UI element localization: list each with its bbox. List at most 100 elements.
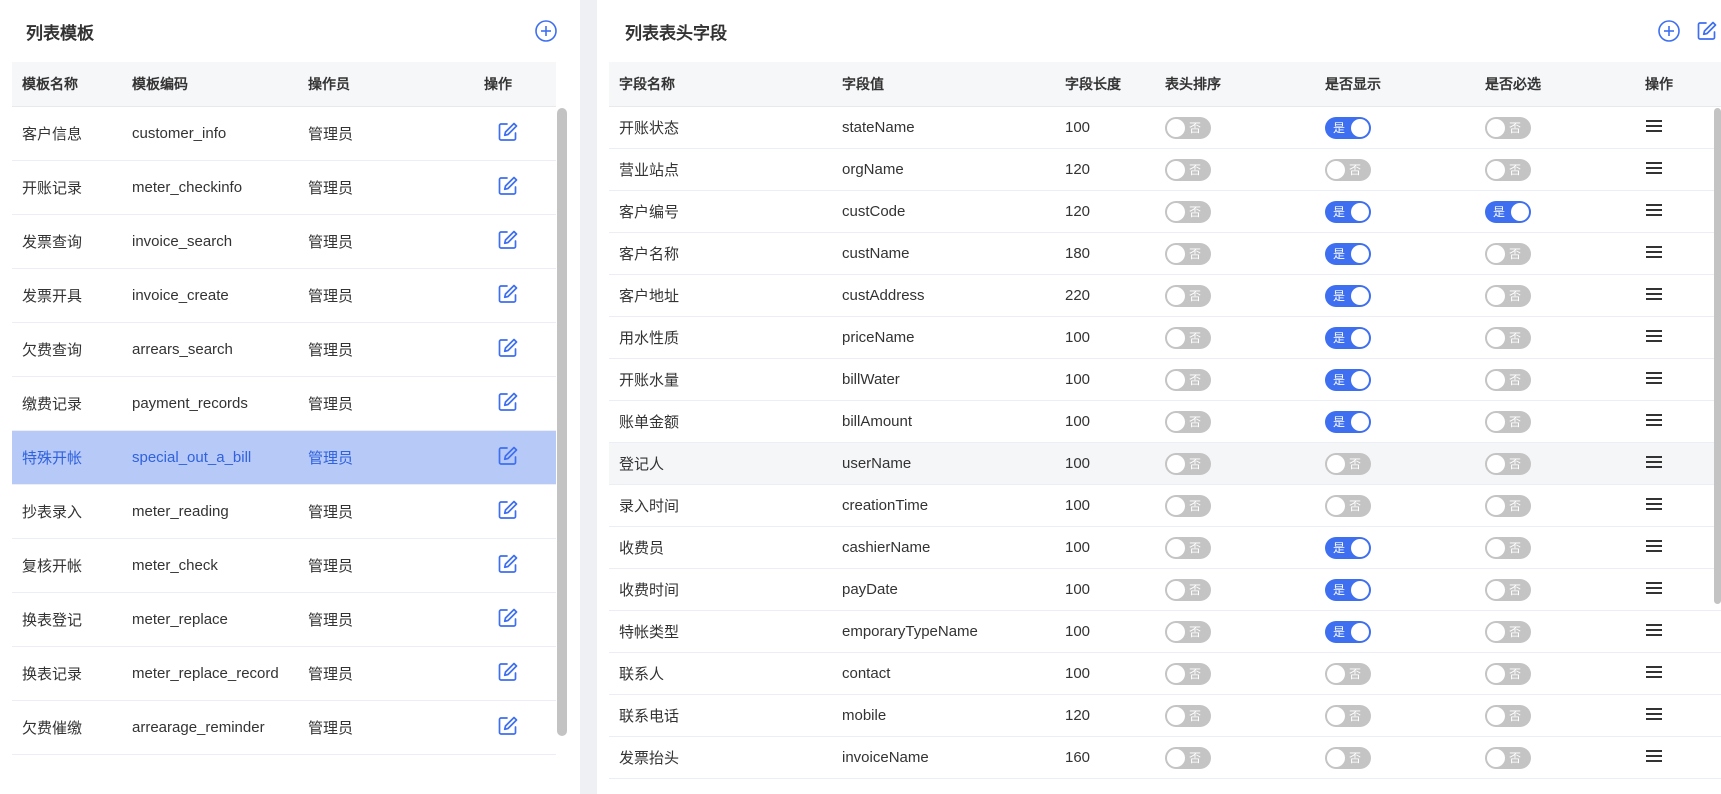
show-toggle[interactable]: 否 xyxy=(1325,746,1371,769)
menu-icon[interactable] xyxy=(1646,245,1662,263)
show-toggle[interactable]: 否 xyxy=(1325,704,1371,727)
menu-icon[interactable] xyxy=(1646,539,1662,557)
show-toggle[interactable]: 是 xyxy=(1325,578,1371,601)
edit-template-button[interactable] xyxy=(496,120,520,148)
edit-template-button[interactable] xyxy=(496,552,520,580)
template-code: arrearage_reminder xyxy=(132,719,265,736)
sort-toggle[interactable]: 否 xyxy=(1165,494,1211,517)
menu-icon[interactable] xyxy=(1646,455,1662,473)
edit-template-button[interactable] xyxy=(496,606,520,634)
field-name: 开账水量 xyxy=(619,372,680,389)
menu-icon[interactable] xyxy=(1646,749,1662,767)
show-toggle[interactable]: 是 xyxy=(1325,620,1371,643)
show-cell: 是 xyxy=(1315,326,1475,349)
template-row[interactable]: 发票开具 invoice_create 管理员 xyxy=(12,269,556,323)
toggle-knob xyxy=(1327,454,1345,473)
show-toggle[interactable]: 否 xyxy=(1325,662,1371,685)
template-row[interactable]: 换表登记 meter_replace 管理员 xyxy=(12,593,556,647)
template-row[interactable]: 特殊开帐 special_out_a_bill 管理员 xyxy=(12,431,556,485)
field-list-scrollbar[interactable] xyxy=(1714,108,1721,604)
menu-icon[interactable] xyxy=(1646,119,1662,137)
sort-toggle[interactable]: 否 xyxy=(1165,368,1211,391)
sort-toggle[interactable]: 否 xyxy=(1165,410,1211,433)
show-toggle[interactable]: 否 xyxy=(1325,452,1371,475)
menu-icon[interactable] xyxy=(1646,371,1662,389)
template-row[interactable]: 换表记录 meter_replace_record 管理员 xyxy=(12,647,556,701)
template-list-scrollbar[interactable] xyxy=(557,108,567,736)
add-template-button[interactable] xyxy=(534,19,558,43)
edit-template-button[interactable] xyxy=(496,444,520,472)
sort-toggle[interactable]: 否 xyxy=(1165,704,1211,727)
menu-icon[interactable] xyxy=(1646,497,1662,515)
template-row[interactable]: 复核开帐 meter_check 管理员 xyxy=(12,539,556,593)
show-toggle[interactable]: 是 xyxy=(1325,200,1371,223)
show-toggle[interactable]: 否 xyxy=(1325,494,1371,517)
show-toggle[interactable]: 是 xyxy=(1325,368,1371,391)
required-toggle[interactable]: 否 xyxy=(1485,620,1531,643)
menu-icon[interactable] xyxy=(1646,581,1662,599)
toggle-knob xyxy=(1351,244,1369,263)
edit-template-button[interactable] xyxy=(496,498,520,526)
edit-template-button[interactable] xyxy=(496,714,520,742)
menu-icon[interactable] xyxy=(1646,623,1662,641)
sort-toggle[interactable]: 否 xyxy=(1165,620,1211,643)
template-row[interactable]: 欠费查询 arrears_search 管理员 xyxy=(12,323,556,377)
required-toggle[interactable]: 否 xyxy=(1485,158,1531,181)
sort-toggle[interactable]: 否 xyxy=(1165,242,1211,265)
menu-icon[interactable] xyxy=(1646,329,1662,347)
template-action-cell xyxy=(474,390,556,418)
edit-template-button[interactable] xyxy=(496,660,520,688)
template-row[interactable]: 发票查询 invoice_search 管理员 xyxy=(12,215,556,269)
toggle-knob xyxy=(1487,580,1505,599)
required-toggle[interactable]: 否 xyxy=(1485,662,1531,685)
edit-template-button[interactable] xyxy=(496,174,520,202)
show-toggle[interactable]: 是 xyxy=(1325,242,1371,265)
required-toggle[interactable]: 否 xyxy=(1485,242,1531,265)
sort-toggle[interactable]: 否 xyxy=(1165,116,1211,139)
required-toggle[interactable]: 否 xyxy=(1485,704,1531,727)
required-toggle[interactable]: 否 xyxy=(1485,494,1531,517)
sort-toggle[interactable]: 否 xyxy=(1165,452,1211,475)
template-row[interactable]: 缴费记录 payment_records 管理员 xyxy=(12,377,556,431)
sort-toggle[interactable]: 否 xyxy=(1165,200,1211,223)
edit-fields-button[interactable] xyxy=(1695,19,1719,43)
sort-toggle[interactable]: 否 xyxy=(1165,326,1211,349)
template-row[interactable]: 客户信息 customer_info 管理员 xyxy=(12,107,556,161)
edit-template-button[interactable] xyxy=(496,390,520,418)
required-toggle[interactable]: 否 xyxy=(1485,116,1531,139)
show-toggle[interactable]: 是 xyxy=(1325,284,1371,307)
menu-icon[interactable] xyxy=(1646,413,1662,431)
show-toggle[interactable]: 是 xyxy=(1325,536,1371,559)
menu-icon[interactable] xyxy=(1646,707,1662,725)
required-toggle[interactable]: 否 xyxy=(1485,284,1531,307)
add-field-button[interactable] xyxy=(1657,19,1681,43)
show-toggle[interactable]: 否 xyxy=(1325,158,1371,181)
edit-template-button[interactable] xyxy=(496,228,520,256)
sort-toggle[interactable]: 否 xyxy=(1165,746,1211,769)
required-toggle[interactable]: 否 xyxy=(1485,410,1531,433)
menu-icon[interactable] xyxy=(1646,665,1662,683)
required-toggle[interactable]: 否 xyxy=(1485,452,1531,475)
show-toggle[interactable]: 是 xyxy=(1325,410,1371,433)
required-toggle[interactable]: 是 xyxy=(1485,200,1531,223)
template-row[interactable]: 开账记录 meter_checkinfo 管理员 xyxy=(12,161,556,215)
edit-template-button[interactable] xyxy=(496,336,520,364)
menu-icon[interactable] xyxy=(1646,287,1662,305)
required-toggle[interactable]: 否 xyxy=(1485,368,1531,391)
sort-toggle[interactable]: 否 xyxy=(1165,536,1211,559)
sort-toggle[interactable]: 否 xyxy=(1165,662,1211,685)
required-toggle[interactable]: 否 xyxy=(1485,326,1531,349)
required-toggle[interactable]: 否 xyxy=(1485,536,1531,559)
template-row[interactable]: 抄表录入 meter_reading 管理员 xyxy=(12,485,556,539)
edit-template-button[interactable] xyxy=(496,282,520,310)
show-toggle[interactable]: 是 xyxy=(1325,116,1371,139)
menu-icon[interactable] xyxy=(1646,203,1662,221)
menu-icon[interactable] xyxy=(1646,161,1662,179)
required-toggle[interactable]: 否 xyxy=(1485,578,1531,601)
sort-toggle[interactable]: 否 xyxy=(1165,158,1211,181)
sort-toggle[interactable]: 否 xyxy=(1165,578,1211,601)
sort-toggle[interactable]: 否 xyxy=(1165,284,1211,307)
required-toggle[interactable]: 否 xyxy=(1485,746,1531,769)
show-toggle[interactable]: 是 xyxy=(1325,326,1371,349)
template-row[interactable]: 欠费催缴 arrearage_reminder 管理员 xyxy=(12,701,556,755)
